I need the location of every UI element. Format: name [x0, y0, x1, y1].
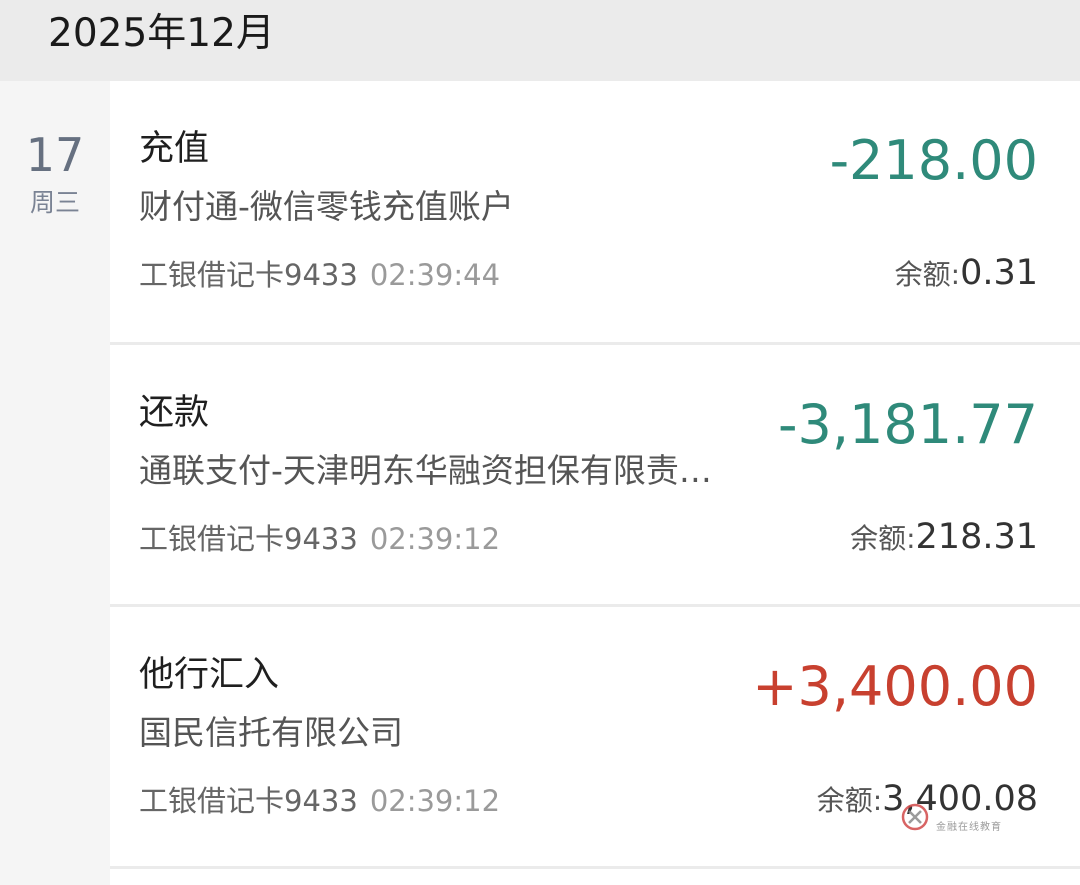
balance-label: 余额: [816, 784, 883, 817]
transaction-card: 工银借记卡9433 [139, 784, 358, 818]
transaction-time: 02:39:12 [369, 784, 501, 818]
date-column: 17 周三 [0, 81, 110, 885]
transaction-type: 他行汇入 [139, 655, 280, 695]
transaction-card-time: 工银借记卡9433 02:39:12 [139, 520, 500, 558]
date-day: 17 [25, 128, 85, 182]
transaction-amount: +3,400.00 [752, 655, 1038, 718]
balance-label: 余额: [850, 522, 916, 555]
transaction-balance: 余额:218.31 [850, 517, 1038, 557]
transaction-item[interactable]: 还款 通联支付-天津明东华融资担保有限责… 工银借记卡9433 02:39:12 … [110, 345, 1080, 606]
transaction-history-page: 2025年12月 17 周三 充值 财付通-微信零钱充值账户 工银借记卡9433… [0, 0, 1080, 885]
balance-label: 余额: [894, 258, 961, 291]
balance-value: 0.31 [960, 253, 1038, 293]
transaction-time: 02:39:12 [369, 522, 501, 556]
divider [110, 866, 1080, 869]
transaction-merchant: 财付通-微信零钱充值账户 [139, 187, 514, 226]
transaction-item[interactable]: 充值 财付通-微信零钱充值账户 工银借记卡9433 02:39:44 -218.0… [110, 81, 1080, 342]
transaction-merchant: 国民信托有限公司 [139, 713, 403, 752]
transaction-card-time: 工银借记卡9433 02:39:12 [139, 782, 500, 820]
month-title: 2025年12月 [48, 11, 275, 56]
transaction-amount: -218.00 [829, 129, 1038, 192]
date-weekday: 周三 [29, 188, 80, 217]
transaction-type: 充值 [139, 129, 210, 169]
transaction-time: 02:39:44 [369, 258, 501, 292]
watermark-text: 金融在线教育 [936, 822, 1002, 833]
transaction-card: 工银借记卡9433 [139, 522, 358, 556]
transaction-merchant: 通联支付-天津明东华融资担保有限责… [139, 451, 712, 490]
transaction-amount: -3,181.77 [778, 393, 1038, 456]
watermark: 金融在线教育 [900, 798, 1030, 838]
watermark-logo-icon [901, 803, 929, 831]
balance-value: 218.31 [915, 517, 1038, 557]
transaction-card: 工银借记卡9433 [139, 258, 358, 292]
transaction-balance: 余额:0.31 [895, 253, 1038, 293]
transaction-card-time: 工银借记卡9433 02:39:44 [139, 256, 500, 294]
transaction-type: 还款 [139, 393, 210, 433]
month-header[interactable]: 2025年12月 [0, 0, 1080, 81]
